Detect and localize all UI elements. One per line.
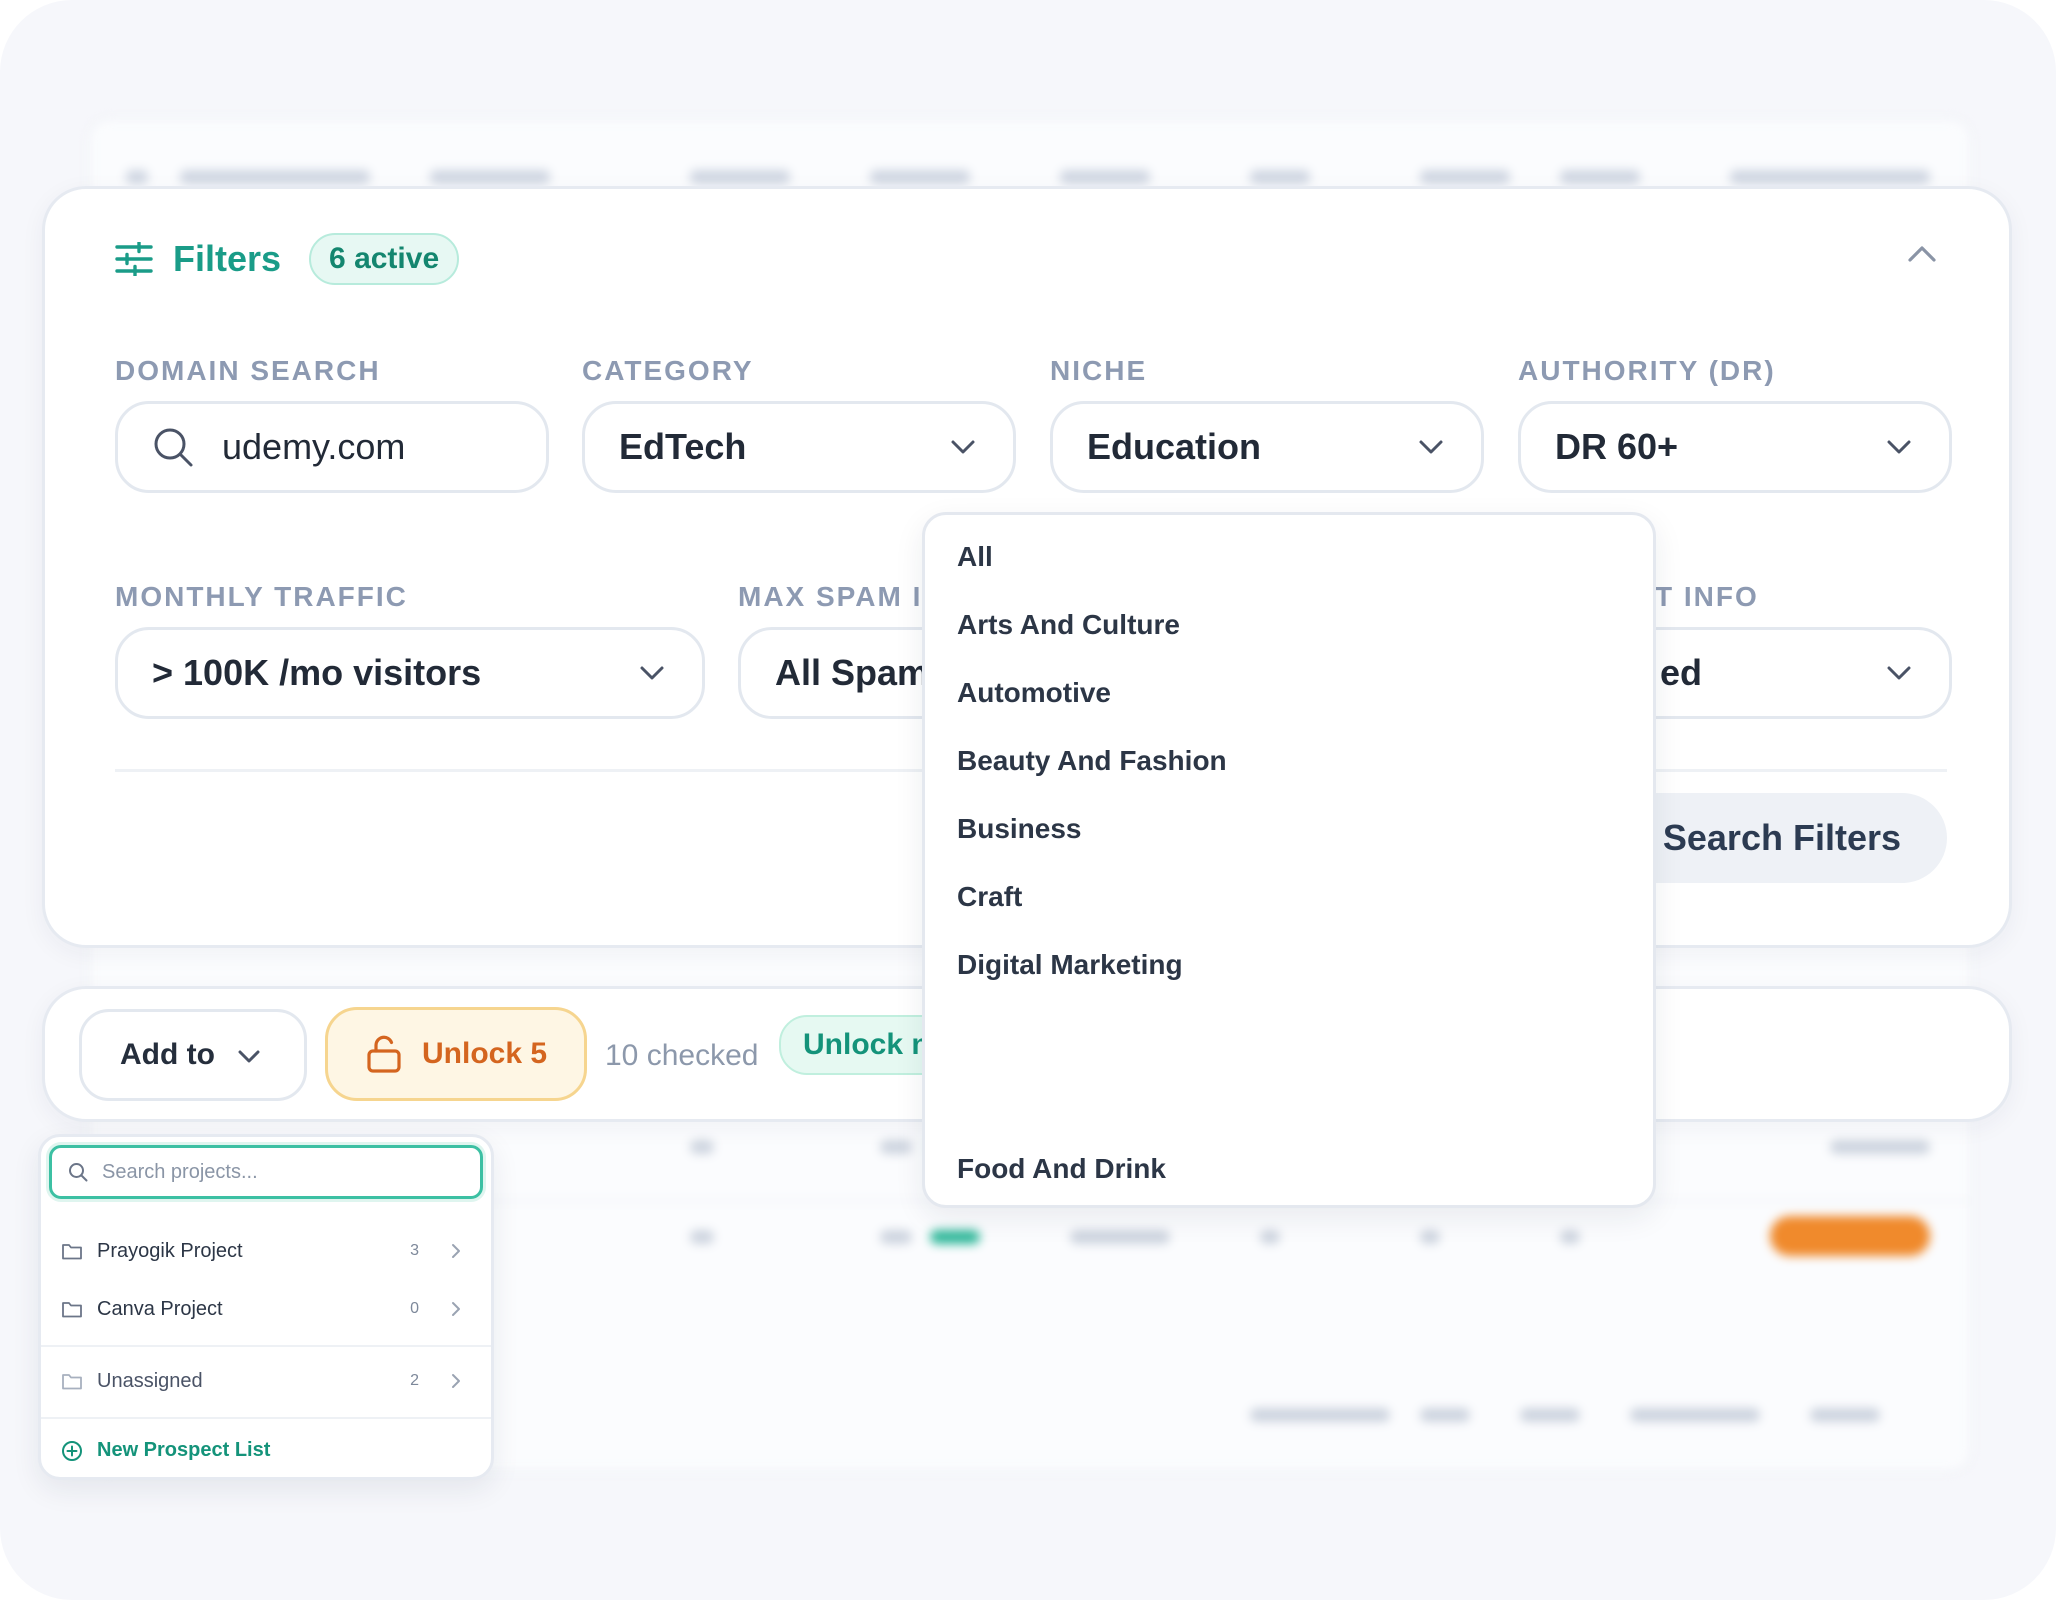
project-name: Canva Project [97,1297,223,1320]
project-search-placeholder: Search projects... [102,1160,258,1183]
category-value: EdTech [619,426,747,467]
folder-icon [62,1302,82,1318]
chevron-down-icon [640,666,664,680]
search-icon [154,428,193,467]
niche-option[interactable]: Business [957,813,1082,845]
niche-option[interactable]: Automotive [957,677,1111,709]
authority-label: AUTHORITY (DR) [1518,355,1776,386]
contact-info-label: T INFO [1655,581,1759,612]
background-pagination [1250,1408,1930,1430]
project-count: 2 [410,1372,419,1389]
category-select[interactable]: EdTech [582,401,1016,493]
filters-title: Filters [173,238,282,279]
project-name: Unassigned [97,1369,203,1392]
domain-search-value: udemy.com [222,426,406,467]
authority-value: DR 60+ [1555,426,1679,467]
max-spam-label: MAX SPAM I [738,581,923,612]
chevron-down-icon [1887,666,1911,680]
category-label: CATEGORY [582,355,754,386]
niche-option[interactable]: All [957,541,993,573]
chevron-right-icon [452,1302,460,1316]
project-picker-popover: Search projects... Prayogik Project 3 Ca… [38,1134,494,1480]
project-name: Prayogik Project [97,1239,243,1262]
popover-divider [41,1345,491,1347]
new-prospect-list-label: New Prospect List [97,1439,271,1461]
dropdown-occlusion [922,986,1656,1122]
niche-option[interactable]: Craft [957,881,1022,913]
niche-option[interactable]: Beauty And Fashion [957,745,1227,777]
niche-option[interactable]: Digital Marketing [957,949,1183,981]
niche-label: NICHE [1050,355,1148,386]
plus-circle-icon [62,1440,82,1461]
search-icon [69,1163,88,1182]
monthly-traffic-value: > 100K /mo visitors [152,652,482,693]
app-canvas: Filters 6 active DOMAIN SEARCH CATEGORY … [0,0,2056,1600]
chevron-down-icon [1419,440,1443,454]
folder-icon [62,1374,82,1390]
niche-select[interactable]: Education [1050,401,1484,493]
project-count: 0 [410,1300,419,1317]
project-item-canva[interactable]: Canva Project 0 [61,1289,471,1329]
niche-option[interactable]: Arts And Culture [957,609,1180,641]
niche-option[interactable]: Food And Drink [957,1153,1166,1185]
domain-search-input[interactable]: udemy.com [115,401,549,493]
add-to-label: Add to [120,1038,215,1071]
project-item-prayogik[interactable]: Prayogik Project 3 [61,1231,471,1271]
new-prospect-list-button[interactable]: New Prospect List [61,1439,270,1462]
unlock-button[interactable]: Unlock 5 [325,1007,587,1101]
chevron-right-icon [452,1244,460,1258]
filters-header: Filters 6 active [115,231,460,287]
unlock-label: Unlock 5 [422,1037,548,1070]
sliders-icon [115,242,153,276]
chevron-right-icon [452,1374,460,1388]
chevron-down-icon [238,1050,260,1063]
authority-select[interactable]: DR 60+ [1518,401,1952,493]
checked-count: 10 checked [605,1039,759,1072]
chevron-down-icon [1887,440,1911,454]
add-to-button[interactable]: Add to [79,1009,307,1101]
unlock-icon [367,1035,401,1073]
project-search-input[interactable]: Search projects... [49,1145,483,1199]
project-item-unassigned[interactable]: Unassigned 2 [61,1361,471,1401]
contact-info-value: ed [1660,652,1703,693]
niche-value: Education [1087,426,1262,467]
chevron-up-icon[interactable] [1905,239,1939,269]
active-filters-badge: 6 active [309,233,460,285]
project-count: 3 [410,1242,419,1259]
chevron-down-icon [951,440,975,454]
folder-icon [62,1244,82,1260]
monthly-traffic-select[interactable]: > 100K /mo visitors [115,627,705,719]
domain-search-label: DOMAIN SEARCH [115,355,381,386]
monthly-traffic-label: MONTHLY TRAFFIC [115,581,408,612]
popover-divider [41,1417,491,1419]
